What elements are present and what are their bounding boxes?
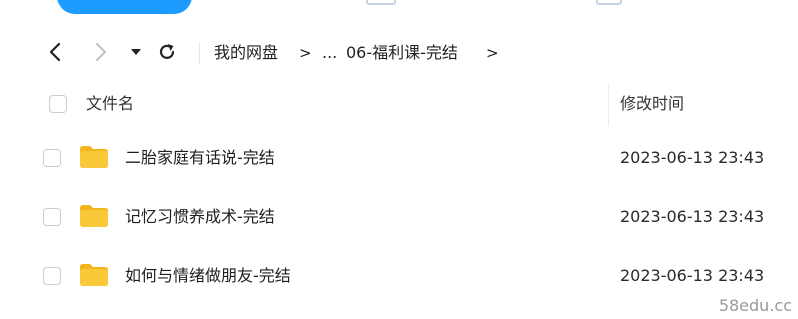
file-browser-window: 我的网盘 > ... 06-福利课-完结 > 文件名 修改时间 二胎家庭有话说-… bbox=[0, 0, 798, 319]
column-divider[interactable] bbox=[608, 84, 609, 126]
dropdown-triangle-icon[interactable] bbox=[124, 40, 148, 64]
folder-icon bbox=[80, 264, 108, 286]
column-header-name[interactable]: 文件名 bbox=[86, 93, 134, 115]
breadcrumb-separator: > bbox=[299, 44, 312, 62]
modified-date: 2023-06-13 23:43 bbox=[620, 207, 765, 226]
breadcrumb-ellipsis[interactable]: ... bbox=[322, 42, 337, 64]
navigation-bar: 我的网盘 > ... 06-福利课-完结 > bbox=[0, 32, 798, 72]
file-name[interactable]: 记忆习惯养成术-完结 bbox=[125, 206, 275, 228]
select-all-checkbox[interactable] bbox=[49, 95, 67, 113]
table-row[interactable]: 记忆习惯养成术-完结 2023-06-13 23:43 bbox=[0, 188, 798, 246]
breadcrumb-current[interactable]: 06-福利课-完结 bbox=[346, 42, 458, 64]
column-header-modified[interactable]: 修改时间 bbox=[620, 93, 684, 115]
forward-arrow-icon[interactable] bbox=[89, 40, 113, 64]
breadcrumb-root[interactable]: 我的网盘 bbox=[214, 42, 278, 64]
table-row[interactable]: 二胎家庭有话说-完结 2023-06-13 23:43 bbox=[0, 129, 798, 187]
back-arrow-icon[interactable] bbox=[43, 40, 67, 64]
toolbar-icon[interactable] bbox=[596, 0, 622, 5]
breadcrumb-separator: > bbox=[486, 44, 499, 62]
row-checkbox[interactable] bbox=[43, 208, 61, 226]
modified-date: 2023-06-13 23:43 bbox=[620, 148, 765, 167]
toolbar-strip bbox=[0, 0, 798, 16]
upload-button[interactable] bbox=[57, 0, 192, 14]
table-row[interactable]: 如何与情绪做朋友-完结 2023-06-13 23:43 bbox=[0, 247, 798, 305]
refresh-icon[interactable] bbox=[155, 40, 179, 64]
folder-icon bbox=[80, 205, 108, 227]
nav-divider bbox=[199, 42, 200, 64]
file-name[interactable]: 二胎家庭有话说-完结 bbox=[125, 147, 275, 169]
toolbar-icon[interactable] bbox=[366, 0, 396, 5]
file-name[interactable]: 如何与情绪做朋友-完结 bbox=[125, 265, 291, 287]
table-header: 文件名 修改时间 bbox=[0, 82, 798, 128]
folder-icon bbox=[80, 146, 108, 168]
watermark: 58edu.cc bbox=[718, 296, 792, 315]
modified-date: 2023-06-13 23:43 bbox=[620, 266, 765, 285]
row-checkbox[interactable] bbox=[43, 267, 61, 285]
row-checkbox[interactable] bbox=[43, 149, 61, 167]
